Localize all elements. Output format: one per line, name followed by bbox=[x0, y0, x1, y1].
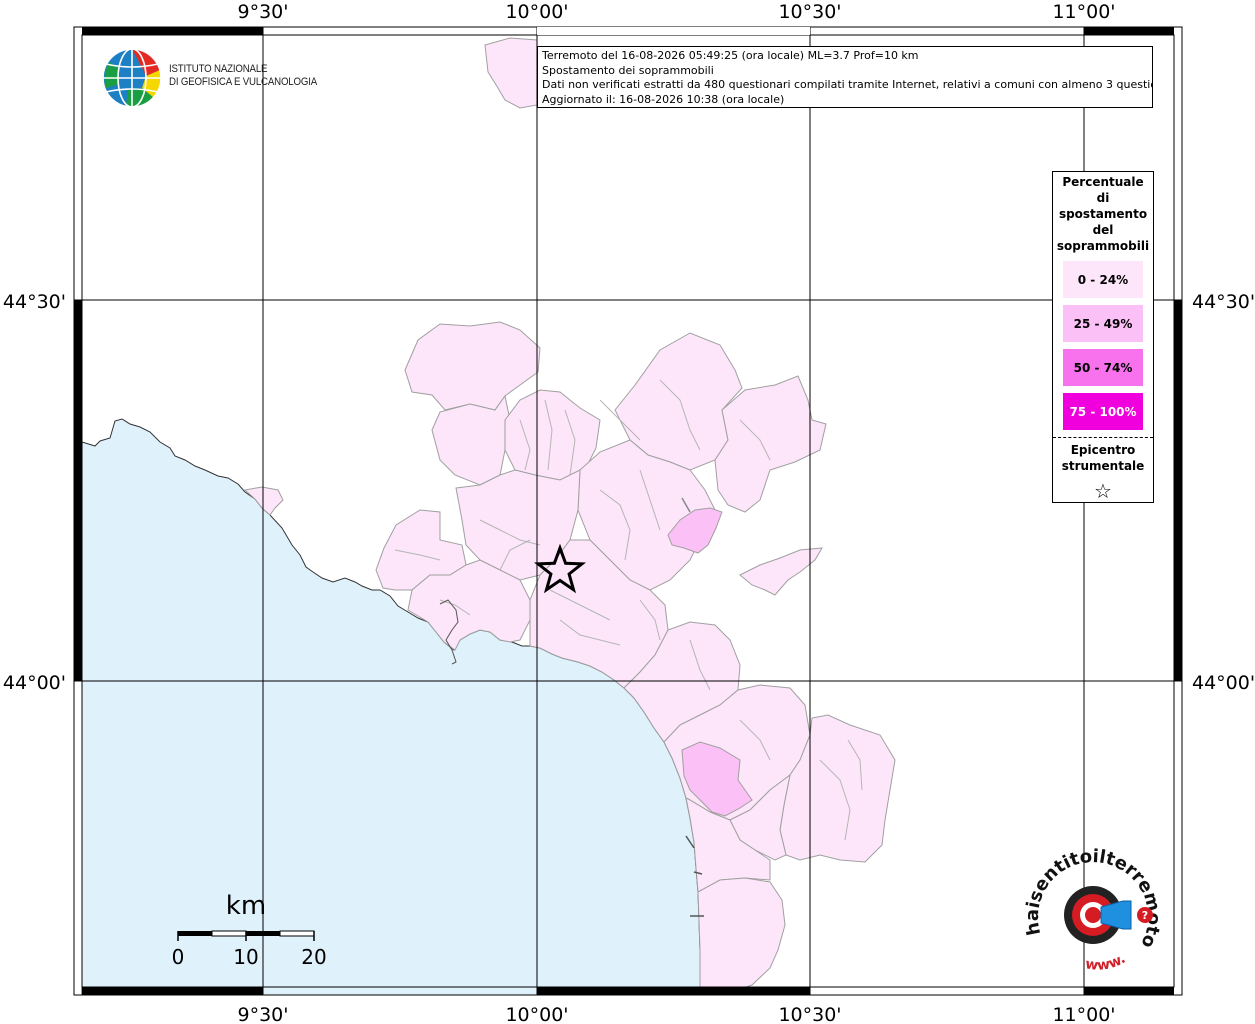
y-axis-left-label-2: 44°00' bbox=[3, 672, 66, 694]
y-axis-right-label-1: 44°30' bbox=[1192, 291, 1255, 313]
event-info-line2: Spostamento dei soprammobili bbox=[542, 63, 714, 77]
scale-unit-label: km bbox=[226, 891, 266, 921]
legend-title-line: di bbox=[1096, 191, 1110, 205]
map-canvas: 9°30' 10°00' 10°30' 11°00' 9°30' 10°00' … bbox=[3, 1, 1255, 1024]
x-axis-bottom-label-4: 11°00' bbox=[1052, 1004, 1115, 1024]
legend-epicenter-line: Epicentro bbox=[1070, 443, 1136, 457]
x-axis-bottom-label-1: 9°30' bbox=[238, 1004, 289, 1024]
legend-epicenter-title: Epicentro strumentale bbox=[1053, 438, 1153, 474]
ingv-name-line1: ISTITUTO NAZIONALE bbox=[169, 63, 268, 75]
svg-text:?: ? bbox=[1142, 909, 1148, 922]
event-info-line1: Terremoto del 16-08-2026 05:49:25 (ora l… bbox=[542, 49, 919, 62]
event-info-line4: Aggiornato il: 16-08-2026 10:38 (ora loc… bbox=[542, 92, 785, 106]
event-info-box: Terremoto del 16-08-2026 05:49:25 (ora l… bbox=[537, 46, 1153, 108]
x-axis-bottom-label-3: 10°30' bbox=[778, 1004, 841, 1024]
x-axis-top-label-1: 9°30' bbox=[238, 1, 289, 23]
legend-title-line: soprammobili bbox=[1056, 239, 1150, 253]
scale-tick-0: 0 bbox=[172, 945, 185, 969]
x-axis-top-label-2: 10°00' bbox=[505, 1, 568, 23]
event-info-line3: Dati non verificati estratti da 480 ques… bbox=[542, 78, 1153, 91]
x-axis-top-label-4: 11°00' bbox=[1052, 1, 1115, 23]
x-axis-top-label-3: 10°30' bbox=[778, 1, 841, 23]
ingv-logo: ISTITUTO NAZIONALE DI GEOFISICA E VULCAN… bbox=[102, 48, 342, 110]
intensity-map: 9°30' 10°00' 10°30' 11°00' 9°30' 10°00' … bbox=[0, 0, 1255, 1024]
x-axis-bottom-label-2: 10°00' bbox=[505, 1004, 568, 1024]
legend-class-25-49: 25 - 49% bbox=[1063, 305, 1143, 342]
scale-tick-20: 20 bbox=[301, 945, 326, 969]
ingv-logo-text: ISTITUTO NAZIONALE DI GEOFISICA E VULCAN… bbox=[169, 63, 317, 89]
legend-class-0-24: 0 - 24% bbox=[1063, 261, 1143, 298]
y-axis-left-label-1: 44°30' bbox=[3, 291, 66, 313]
legend-class-50-74: 50 - 74% bbox=[1063, 349, 1143, 386]
legend-title-line: Percentuale bbox=[1062, 175, 1144, 189]
legend-title-line: del bbox=[1092, 223, 1114, 237]
ingv-name-line2: DI GEOFISICA E VULCANOLOGIA bbox=[169, 76, 318, 88]
star-icon: ☆ bbox=[1094, 479, 1112, 503]
legend-class-75-100: 75 - 100% bbox=[1063, 393, 1143, 430]
legend-epicenter-line: strumentale bbox=[1061, 459, 1145, 473]
ingv-globe-icon bbox=[102, 48, 162, 108]
legend-title-line: spostamento bbox=[1058, 207, 1148, 221]
legend: Percentuale di spostamento del soprammob… bbox=[1052, 171, 1154, 503]
scale-tick-10: 10 bbox=[233, 945, 258, 969]
legend-title: Percentuale di spostamento del soprammob… bbox=[1053, 172, 1153, 254]
y-axis-right-label-2: 44°00' bbox=[1192, 672, 1255, 694]
